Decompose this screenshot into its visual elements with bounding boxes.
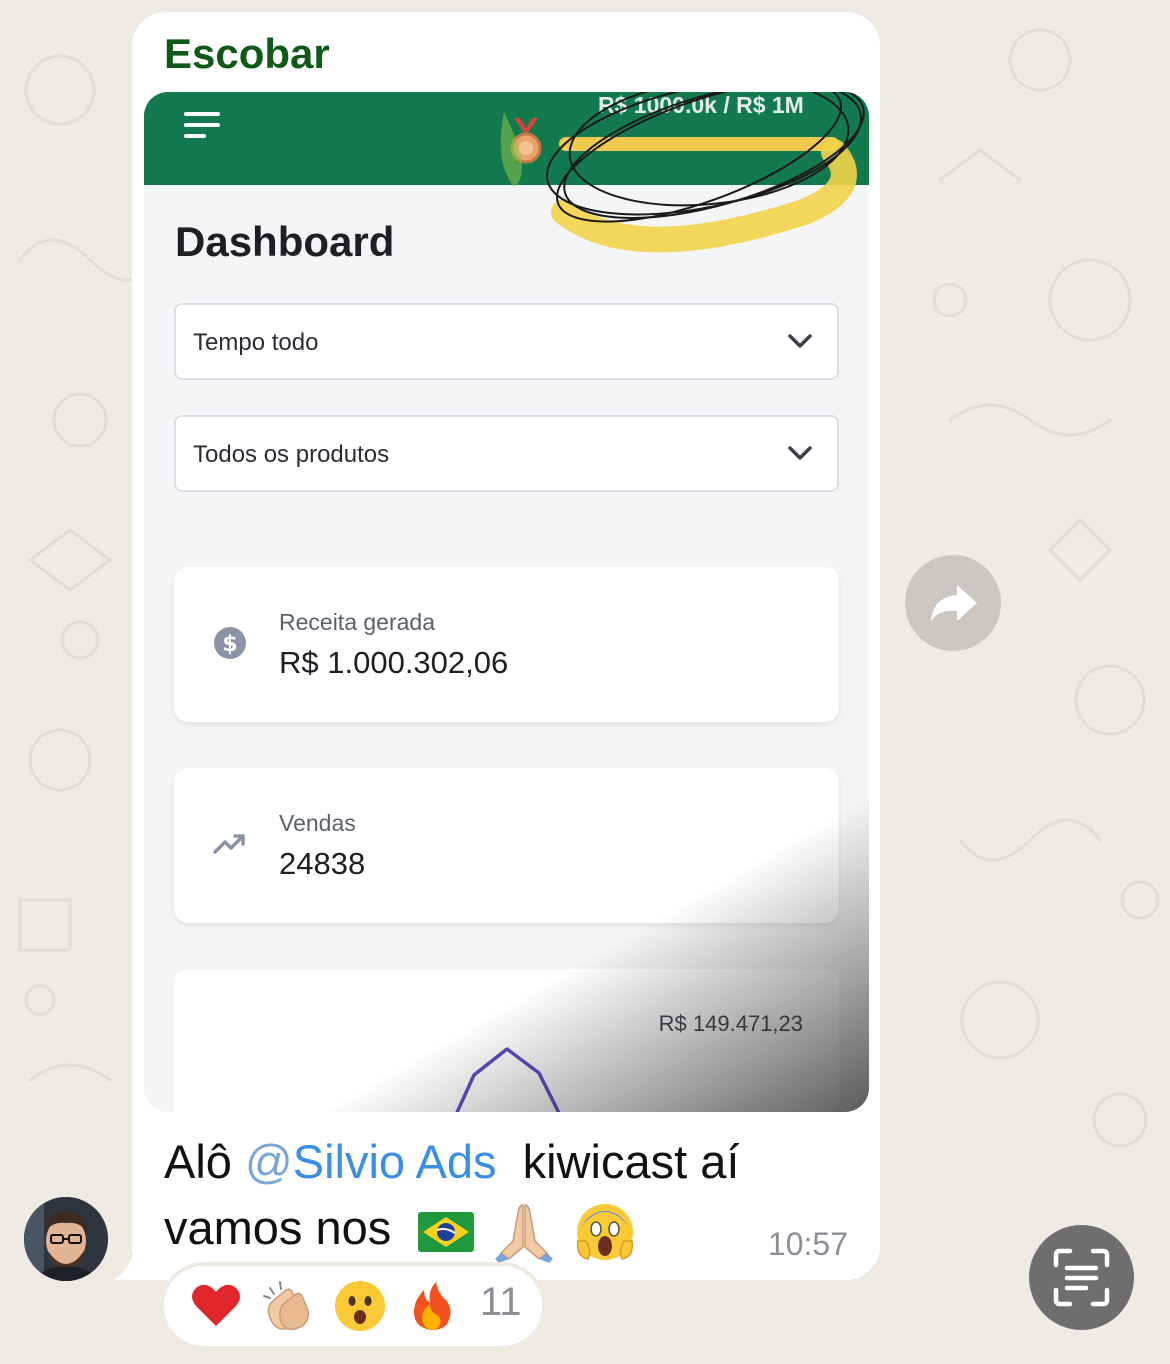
red-heart-icon[interactable] <box>188 1278 244 1334</box>
period-select-value: Tempo todo <box>193 329 319 356</box>
message-text-before: Alô <box>164 1135 245 1188</box>
hamburger-menu-icon <box>184 112 224 144</box>
fire-icon[interactable] <box>404 1278 460 1334</box>
goal-progress-fill <box>559 137 839 151</box>
goal-progress-bar <box>559 137 839 151</box>
sender-avatar[interactable] <box>24 1197 108 1281</box>
reaction-count: 11 <box>480 1280 522 1324</box>
message-text-line-2: vamos nos <box>164 1200 636 1263</box>
revenue-goal-text: R$ 1000.0k / R$ 1M <box>598 92 804 118</box>
revenue-series-line <box>455 1047 561 1112</box>
sales-card: Vendas 24838 <box>174 768 839 923</box>
app-header: R$ 1000.0k / R$ 1M <box>144 92 869 185</box>
sender-name[interactable]: Escobar <box>164 30 330 78</box>
message-timestamp: 10:57 <box>767 1226 848 1262</box>
surprised-face-icon[interactable] <box>332 1278 388 1334</box>
text-scan-icon <box>1053 1248 1110 1307</box>
revenue-value: R$ 1.000.302,06 <box>279 645 509 680</box>
message-text-line2: vamos nos <box>164 1201 392 1254</box>
screaming-face-icon <box>577 1203 634 1260</box>
clapping-hands-icon[interactable] <box>260 1278 316 1334</box>
trending-up-icon <box>213 834 245 854</box>
svg-text:$: $ <box>222 632 237 657</box>
forward-button[interactable] <box>905 555 1001 651</box>
reactions-bar[interactable]: 11 <box>164 1266 542 1346</box>
folded-hands-icon <box>495 1203 554 1263</box>
mention-name: Silvio Ads <box>292 1135 497 1188</box>
product-select[interactable]: Todos os produtos <box>174 415 839 492</box>
forward-arrow-icon <box>931 585 977 621</box>
period-select[interactable]: Tempo todo <box>174 303 839 380</box>
dashboard-title: Dashboard <box>175 218 395 265</box>
product-select-value: Todos os produtos <box>193 441 390 468</box>
message-text-line-1: Alô @Silvio Ads kiwicast aí <box>164 1134 739 1189</box>
dollar-circle-icon: $ <box>214 627 246 659</box>
sales-value: 24838 <box>279 846 366 881</box>
avatar-image <box>24 1197 108 1281</box>
medal-icon <box>510 118 542 164</box>
brazil-flag-icon <box>418 1211 475 1252</box>
revenue-line-chart <box>455 1047 561 1112</box>
revenue-card: $ Receita gerada R$ 1.000.302,06 <box>174 567 839 722</box>
chevron-down-icon <box>788 446 812 460</box>
chevron-down-icon <box>788 334 812 348</box>
revenue-label: Receita gerada <box>279 609 435 635</box>
revenue-chart-card: R$ 149.471,23 <box>174 969 839 1112</box>
mention-link[interactable]: @Silvio Ads <box>245 1135 497 1188</box>
mention-at-sign: @ <box>245 1135 293 1188</box>
message-text-after: kiwicast aí <box>496 1135 740 1188</box>
scan-text-button[interactable] <box>1029 1225 1134 1330</box>
sales-label: Vendas <box>279 810 356 836</box>
attached-image[interactable]: R$ 1000.0k / R$ 1M Dashboard Tempo todo … <box>144 92 869 1112</box>
